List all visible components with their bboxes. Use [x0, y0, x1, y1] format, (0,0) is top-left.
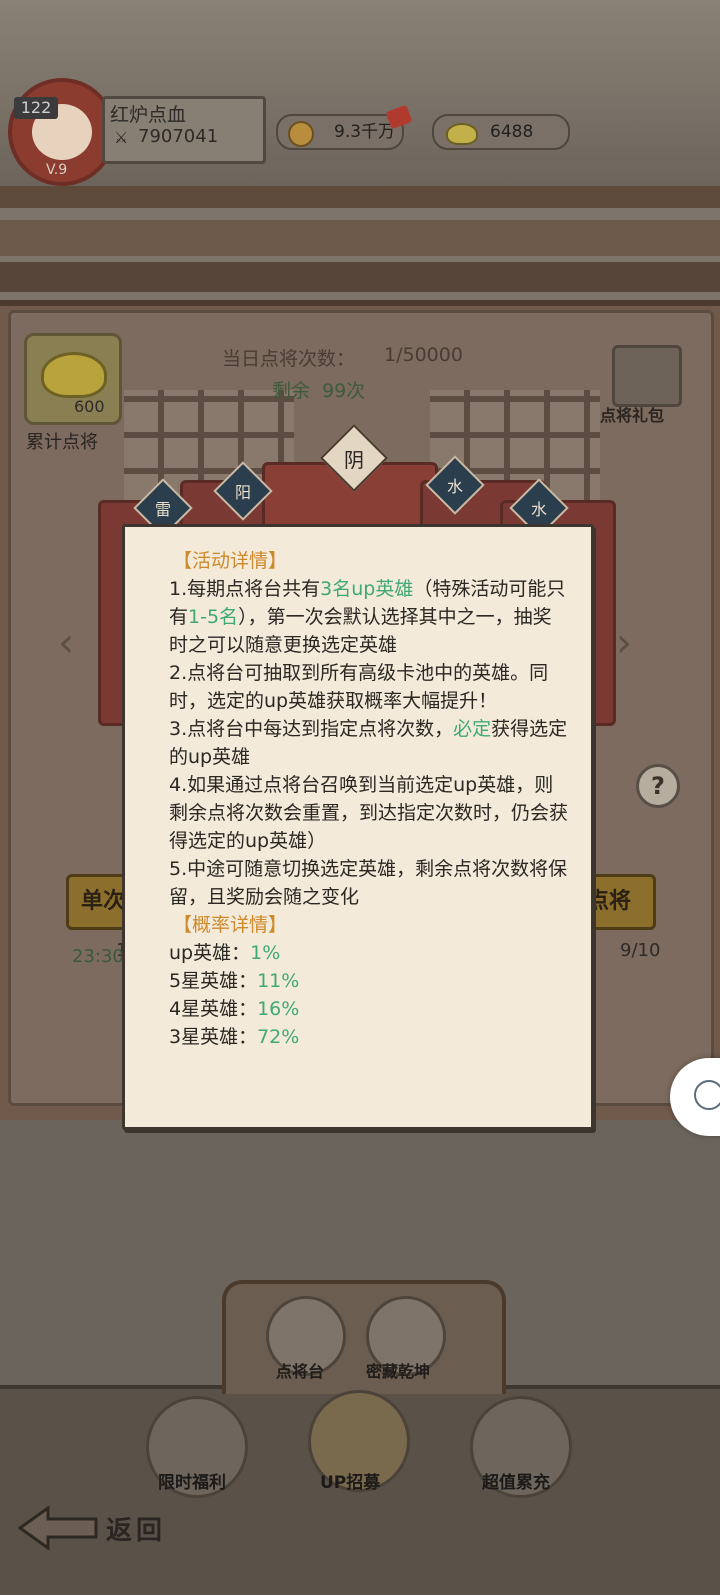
probability-row: 3星英雄：72% [169, 1023, 569, 1051]
recharge-label: 超值累充 [482, 1473, 550, 1493]
roof-beam-lower [0, 262, 720, 292]
mode-panel [222, 1280, 506, 1394]
gold-ingot-icon [446, 123, 478, 145]
probability-label: 5星英雄： [169, 970, 258, 992]
rule-1-highlight: 3名up英雄 [320, 578, 414, 600]
roof-lattice [0, 220, 720, 256]
daily-draws-value: 1/50000 [384, 344, 463, 366]
coin-icon [288, 121, 314, 147]
probability-value: 16% [257, 998, 300, 1020]
element-label: 水 [530, 500, 547, 519]
gold-ingot-icon [41, 352, 107, 398]
multi-draw-count: 9/10 [620, 940, 661, 961]
next-arrow-icon[interactable]: › [616, 620, 632, 666]
remaining-label: 剩余 [272, 380, 311, 402]
rule-1-text: 1.每期点将台共有 [169, 578, 321, 600]
coin-value: 9.3千万 [334, 122, 396, 142]
coin-counter[interactable]: 9.3千万 [276, 114, 404, 150]
daily-draws-label: 当日点将次数： [222, 348, 356, 370]
activity-details-dialog: 【活动详情】 1.每期点将台共有3名up英雄（特殊活动可能只有1-5名），第一次… [122, 524, 594, 1130]
activity-details-title: 【活动详情】 [173, 550, 288, 572]
help-icon[interactable]: ? [636, 764, 680, 808]
player-level: 122 [14, 97, 58, 119]
prev-arrow-icon[interactable]: ‹ [58, 620, 74, 666]
rule-2: 2.点将台可抽取到所有高级卡池中的英雄。同时，选定的up英雄获取概率大幅提升！ [169, 662, 549, 712]
rule-4: 4.如果通过点将台召唤到当前选定up英雄，则剩余点将次数会重置，到达指定次数时，… [169, 774, 569, 852]
gift-pack-label: 点将礼包 [600, 406, 665, 425]
probability-row: 5星英雄：11% [169, 967, 569, 995]
single-draw-label: 单次 [81, 889, 126, 914]
secret-treasure-label: 密藏乾坤 [366, 1362, 431, 1381]
rule-1-highlight: 1-5名 [188, 606, 239, 628]
probability-row: 4星英雄：16% [169, 995, 569, 1023]
limited-welfare-label: 限时福利 [158, 1473, 226, 1493]
player-power: 7907041 [138, 126, 219, 147]
roof-beam [0, 186, 720, 208]
probability-value: 1% [250, 942, 281, 964]
swords-icon: ⚔ [114, 128, 129, 147]
probability-row: up英雄：1% [169, 939, 569, 967]
player-name: 红炉点血 [110, 104, 187, 126]
element-label: 雷 [154, 500, 171, 519]
probability-label: 3星英雄： [169, 1026, 258, 1048]
cumulative-draw-label: 累计点将 [26, 432, 98, 453]
dialog-content: 【活动详情】 1.每期点将台共有3名up英雄（特殊活动可能只有1-5名），第一次… [169, 547, 569, 1051]
gift-box-icon[interactable] [612, 345, 682, 407]
assistant-icon [694, 1080, 720, 1110]
rule-5: 5.中途可随意切换选定英雄，剩余点将次数将保留，且奖励会随之变化 [169, 858, 568, 908]
element-label: 阳 [234, 483, 251, 502]
probability-title: 【概率详情】 [173, 914, 288, 936]
up-recruit-label: UP招募 [320, 1473, 381, 1493]
remaining-value: 99次 [322, 380, 366, 402]
element-label: 阴 [344, 447, 364, 472]
back-button[interactable]: 返回 [106, 1510, 166, 1547]
altar-mode-label: 点将台 [276, 1362, 325, 1381]
rule-3-text: 3.点将台中每达到指定点将次数， [169, 718, 454, 740]
ingot-value: 6488 [490, 122, 534, 142]
probability-value: 72% [257, 1026, 300, 1048]
back-arrow-icon[interactable] [18, 1506, 98, 1550]
cumulative-reward-slot[interactable] [24, 333, 122, 425]
rule-3-highlight: 必定 [453, 718, 492, 740]
rule-1: 1.每期点将台共有3名up英雄（特殊活动可能只有1-5名），第一次会默认选择其中… [169, 575, 569, 659]
rule-3: 3.点将台中每达到指定点将次数，必定获得选定的up英雄 [169, 715, 569, 771]
cumulative-ingot-count: 600 [74, 397, 105, 416]
element-label: 水 [446, 477, 463, 496]
event-timer: 23:30 [72, 946, 124, 967]
probability-label: 4星英雄： [169, 998, 258, 1020]
vip-level: V.9 [46, 162, 68, 178]
probability-label: up英雄： [169, 942, 251, 964]
probability-value: 11% [257, 970, 300, 992]
ingot-counter[interactable]: 6488 [432, 114, 570, 150]
